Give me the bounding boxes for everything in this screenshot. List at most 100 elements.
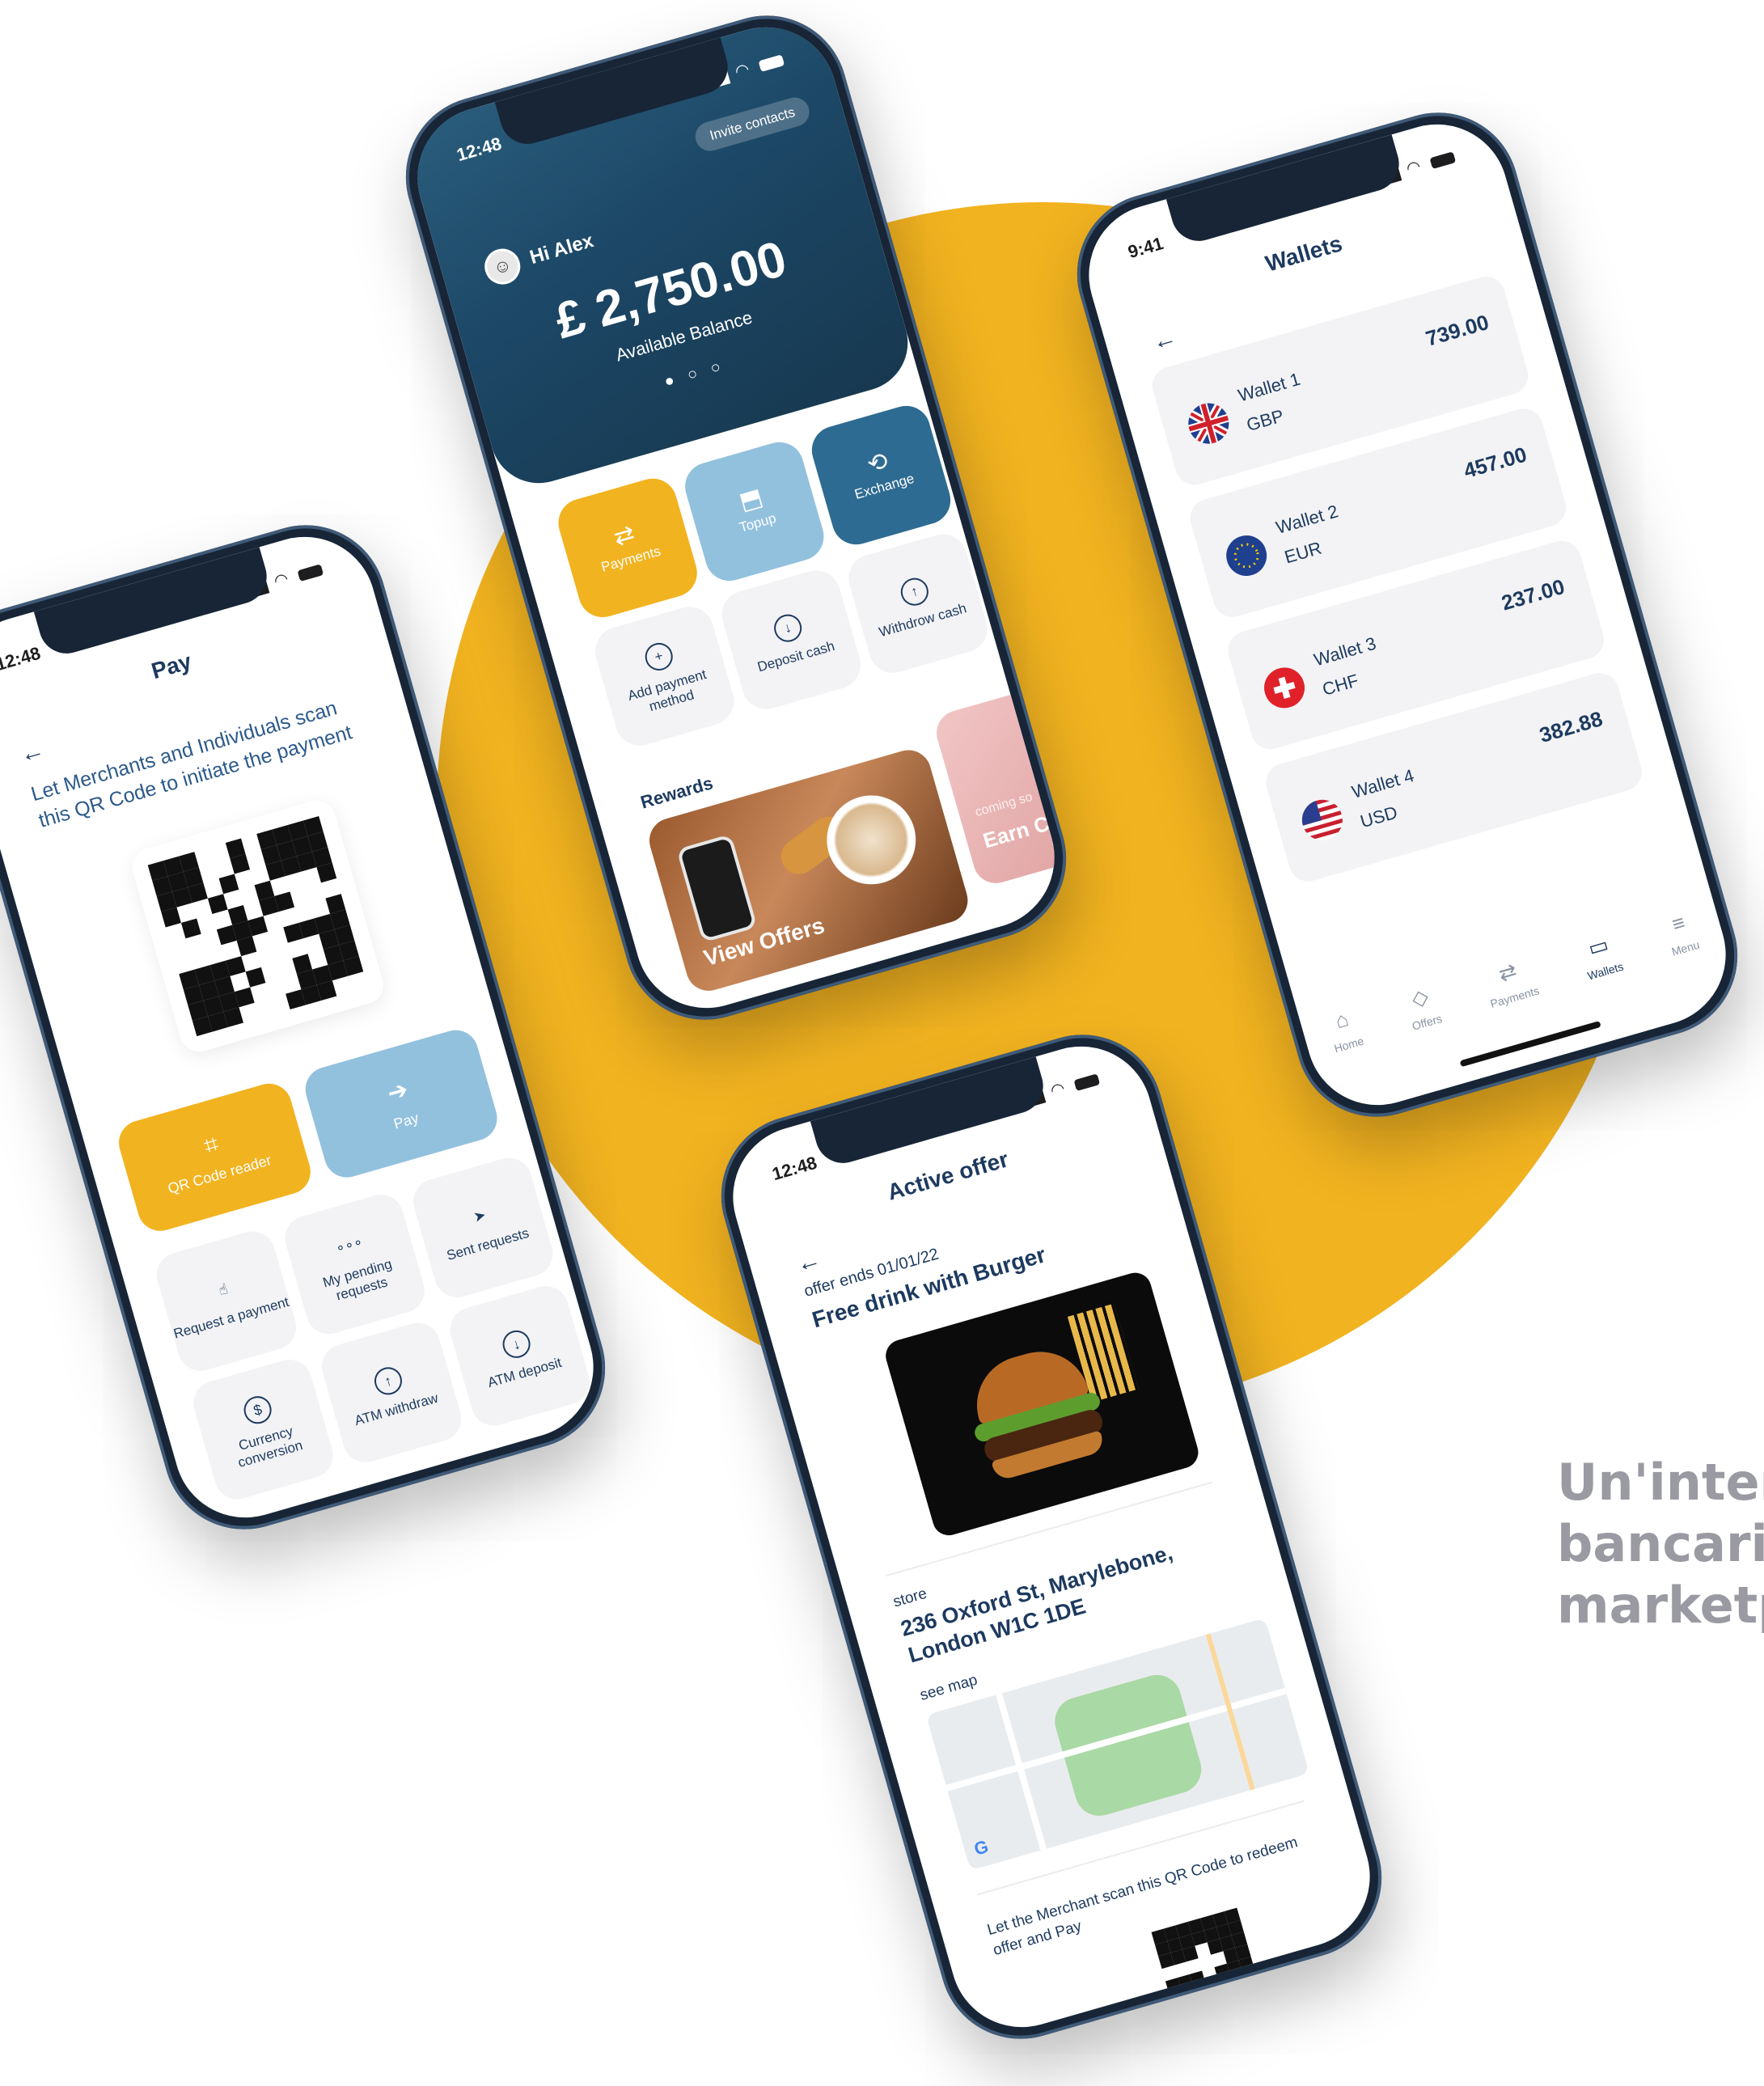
- send-icon: ➤: [472, 1206, 489, 1225]
- qr-reader-label: QR Code reader: [166, 1151, 273, 1197]
- withdraw-cash-tile[interactable]: ↑ Withdrow cash: [843, 528, 993, 679]
- qr-reader-button[interactable]: ⌗ QR Code reader: [113, 1078, 316, 1237]
- exchange-tile[interactable]: ⟲ Exchange: [806, 400, 957, 551]
- map-preview[interactable]: G: [925, 1618, 1309, 1871]
- pending-requests-tile[interactable]: ∘∘∘ My pending requests: [279, 1189, 430, 1339]
- swap-icon: ⇄: [611, 520, 638, 552]
- us-flag-icon: [1297, 794, 1347, 845]
- qr-module: [1238, 1956, 1254, 1973]
- wallet-name: Wallet 3: [1311, 633, 1379, 671]
- earn-label: Earn C: [980, 810, 1052, 853]
- wallet-amount: 457.00: [1461, 442, 1529, 484]
- back-arrow-icon[interactable]: ←: [17, 736, 48, 769]
- back-arrow-icon[interactable]: ←: [793, 1246, 824, 1279]
- wallet-currency: USD: [1357, 802, 1400, 832]
- wallet-name: Wallet 4: [1349, 765, 1416, 802]
- swap-icon: ⇄: [1495, 958, 1520, 986]
- uk-flag-icon: [1183, 398, 1234, 449]
- tile-label: Add payment method: [625, 666, 709, 715]
- qr-module: [1193, 1982, 1209, 1999]
- request-payment-tile[interactable]: ☝ Request a payment: [151, 1225, 302, 1377]
- battery-icon: [758, 54, 785, 72]
- eu-flag-icon: [1221, 531, 1272, 581]
- wallet-currency: GBP: [1244, 405, 1286, 436]
- tile-label: Request a payment: [171, 1293, 291, 1342]
- exchange-icon: ⟲: [864, 447, 891, 479]
- store-label: store: [890, 1585, 929, 1611]
- wallet-currency: EUR: [1282, 537, 1324, 568]
- qr-module: [1209, 1991, 1225, 2007]
- wallet-currency: CHF: [1320, 670, 1361, 700]
- qr-module: [1196, 1995, 1213, 2011]
- plus-icon: +: [641, 639, 676, 674]
- arrow-right-circle-icon: ➔: [384, 1076, 412, 1108]
- qr-module: [1217, 1975, 1234, 1992]
- back-arrow-icon[interactable]: ←: [1149, 324, 1180, 357]
- wallet-icon: ▭: [1585, 931, 1611, 961]
- google-logo-icon: G: [971, 1835, 991, 1860]
- qr-code: [127, 796, 388, 1056]
- status-time: 9:41: [1125, 233, 1165, 263]
- swiss-flag-icon: [1259, 662, 1309, 713]
- greeting-text: Hi Alex: [527, 230, 596, 269]
- topup-icon: ⬒: [736, 483, 766, 516]
- battery-icon: [1429, 151, 1457, 169]
- see-map-link[interactable]: see map: [918, 1672, 979, 1705]
- wallet-name: Wallet 1: [1235, 368, 1303, 406]
- qr-module: [1220, 1987, 1237, 2004]
- menu-icon: ≡: [1669, 909, 1688, 937]
- wallet-name: Wallet 2: [1273, 501, 1341, 538]
- tab-wallets[interactable]: ▭ Wallets: [1577, 929, 1625, 983]
- invite-contacts-button[interactable]: Invite contacts: [692, 94, 813, 154]
- sent-requests-tile[interactable]: ➤ Sent requests: [408, 1152, 559, 1303]
- tile-label: Deposit cash: [755, 638, 837, 675]
- battery-icon: [297, 564, 324, 582]
- tab-home[interactable]: ⌂ Home: [1324, 1004, 1365, 1055]
- qr-module: [1172, 2002, 1188, 2018]
- atm-withdraw-tile[interactable]: ↑ ATM withdraw: [316, 1318, 467, 1468]
- tagline-line-1: Un'inter: [1557, 1453, 1764, 1512]
- tab-label: Home: [1332, 1034, 1365, 1055]
- tab-payments[interactable]: ⇄ Payments: [1480, 953, 1541, 1009]
- qr-module: [1242, 1969, 1258, 1984]
- arrow-down-icon: ↓: [771, 611, 806, 645]
- qr-module: [1229, 1972, 1246, 1988]
- tab-label: Menu: [1669, 937, 1701, 958]
- greeting: ☺ Hi Alex: [480, 223, 598, 289]
- arrow-up-icon: ↑: [370, 1364, 406, 1398]
- tile-label: My pending requests: [320, 1255, 394, 1304]
- atm-deposit-tile[interactable]: ↓ ATM deposit: [444, 1280, 595, 1432]
- currency-conversion-tile[interactable]: $ Currency conversion: [188, 1354, 339, 1505]
- wallet-amount: 382.88: [1536, 706, 1605, 747]
- qr-module: [1184, 1998, 1201, 2015]
- tab-menu[interactable]: ≡ Menu: [1661, 908, 1701, 958]
- tile-label: Payments: [599, 543, 663, 575]
- tile-label: Withdrow cash: [877, 600, 969, 641]
- deposit-cash-tile[interactable]: ↓ Deposit cash: [716, 565, 867, 715]
- add-payment-method-tile[interactable]: + Add payment method: [589, 601, 740, 751]
- qr-code-icon: [147, 815, 368, 1037]
- tagline: Un'inter bancaria marketp: [1557, 1452, 1764, 1636]
- home-icon: ⌂: [1332, 1005, 1352, 1033]
- tagline-line-2: bancaria: [1557, 1514, 1764, 1573]
- arrow-down-icon: ↓: [499, 1326, 534, 1361]
- tagline-line-3: marketp: [1557, 1576, 1764, 1635]
- tile-label: Exchange: [852, 470, 916, 502]
- status-time: 12:48: [769, 1152, 819, 1185]
- tag-icon: ◇: [1408, 983, 1432, 1011]
- payments-tile[interactable]: ⇄ Payments: [552, 472, 703, 624]
- tile-label: Sent requests: [445, 1225, 531, 1263]
- tab-offers[interactable]: ◇ Offers: [1402, 981, 1444, 1032]
- status-time: 12:48: [454, 133, 504, 166]
- tile-label: ATM withdraw: [353, 1390, 440, 1429]
- status-time: 12:48: [0, 642, 43, 675]
- pay-button[interactable]: ➔ Pay: [300, 1025, 503, 1183]
- topup-tile[interactable]: ⬒ Topup: [679, 436, 830, 587]
- qr-module: [348, 971, 368, 992]
- avatar[interactable]: ☺: [480, 244, 525, 289]
- tile-label: ATM deposit: [485, 1354, 564, 1391]
- qr-module: [1181, 1986, 1197, 2003]
- qr-module: [1233, 1984, 1250, 2000]
- qr-code-icon: [1151, 1907, 1262, 2018]
- pay-label: Pay: [391, 1109, 421, 1132]
